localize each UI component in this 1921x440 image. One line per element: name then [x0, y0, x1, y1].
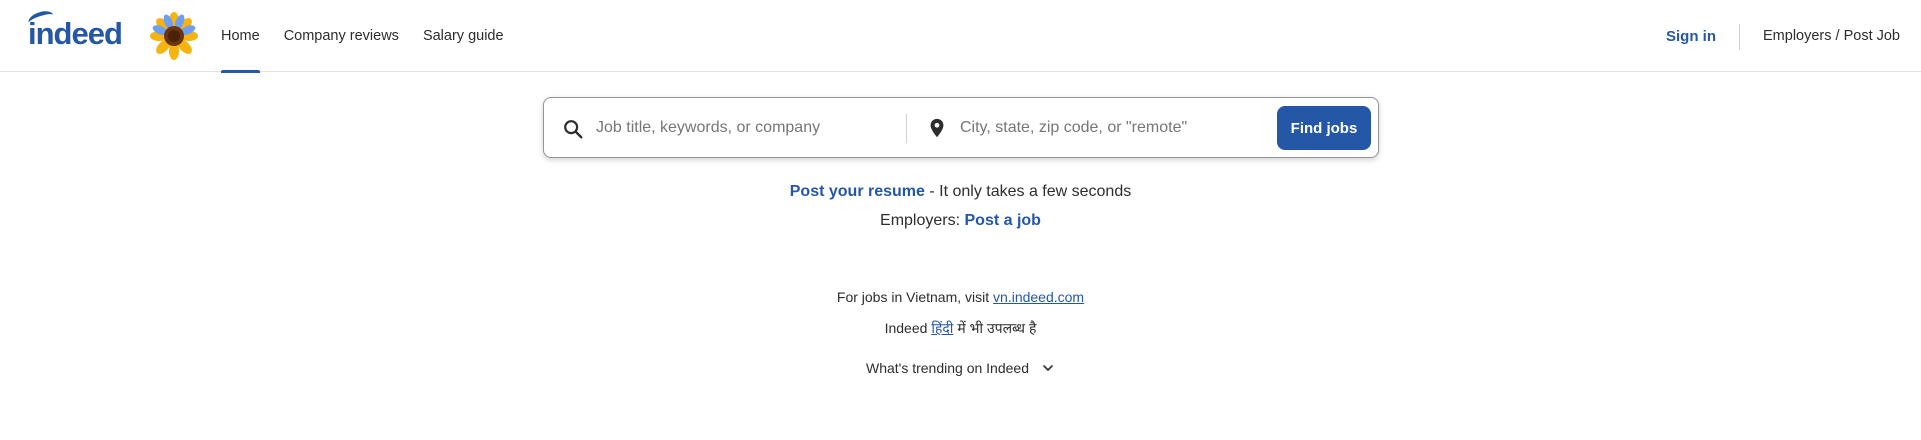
- trending-label: What's trending on Indeed: [865, 360, 1029, 376]
- hindi-line: Indeed हिंदी में भी उपलब्ध है: [0, 319, 1921, 338]
- employers-prefix: Employers:: [880, 212, 965, 229]
- post-resume-link[interactable]: Post your resume: [790, 183, 925, 200]
- chevron-down-icon: [1043, 365, 1053, 371]
- employers-post-job-link[interactable]: Employers / Post Job: [1763, 0, 1900, 72]
- sign-in-link[interactable]: Sign in: [1666, 0, 1716, 72]
- hindi-link[interactable]: हिंदी: [931, 320, 953, 336]
- where-location-input[interactable]: [960, 110, 1260, 146]
- post-resume-suffix: - It only takes a few seconds: [924, 183, 1132, 200]
- vietnam-site-link[interactable]: vn.indeed.com: [993, 289, 1084, 305]
- sunflower-icon: [150, 12, 198, 60]
- location-pin-icon: [930, 118, 944, 138]
- top-header: indeed Home Company reviews Salary guide…: [0, 0, 1921, 73]
- nav-salary-guide[interactable]: Salary guide: [423, 0, 504, 72]
- what-search-input[interactable]: [596, 110, 896, 146]
- main-nav: Home Company reviews Salary guide: [221, 0, 528, 73]
- header-divider: [1739, 24, 1740, 50]
- search-separator: [906, 114, 907, 143]
- search-icon: [564, 120, 583, 139]
- hindi-prefix: Indeed: [884, 320, 932, 336]
- nav-company-reviews[interactable]: Company reviews: [284, 0, 399, 72]
- trending-line: What's trending on Indeed: [0, 360, 1921, 376]
- post-resume-line: Post your resume - It only takes a few s…: [0, 183, 1921, 201]
- nav-home[interactable]: Home: [221, 0, 260, 73]
- find-jobs-button[interactable]: Find jobs: [1277, 106, 1371, 150]
- indeed-logo[interactable]: indeed: [26, 8, 123, 52]
- vietnam-line: For jobs in Vietnam, visit vn.indeed.com: [0, 289, 1921, 305]
- trending-toggle[interactable]: What's trending on Indeed: [866, 360, 1055, 376]
- hindi-suffix: में भी उपलब्ध है: [953, 320, 1037, 336]
- job-search-bar: Find jobs: [543, 97, 1379, 158]
- vietnam-prefix: For jobs in Vietnam, visit: [836, 289, 994, 305]
- post-a-job-link[interactable]: Post a job: [965, 212, 1041, 229]
- employers-line: Employers: Post a job: [0, 212, 1921, 230]
